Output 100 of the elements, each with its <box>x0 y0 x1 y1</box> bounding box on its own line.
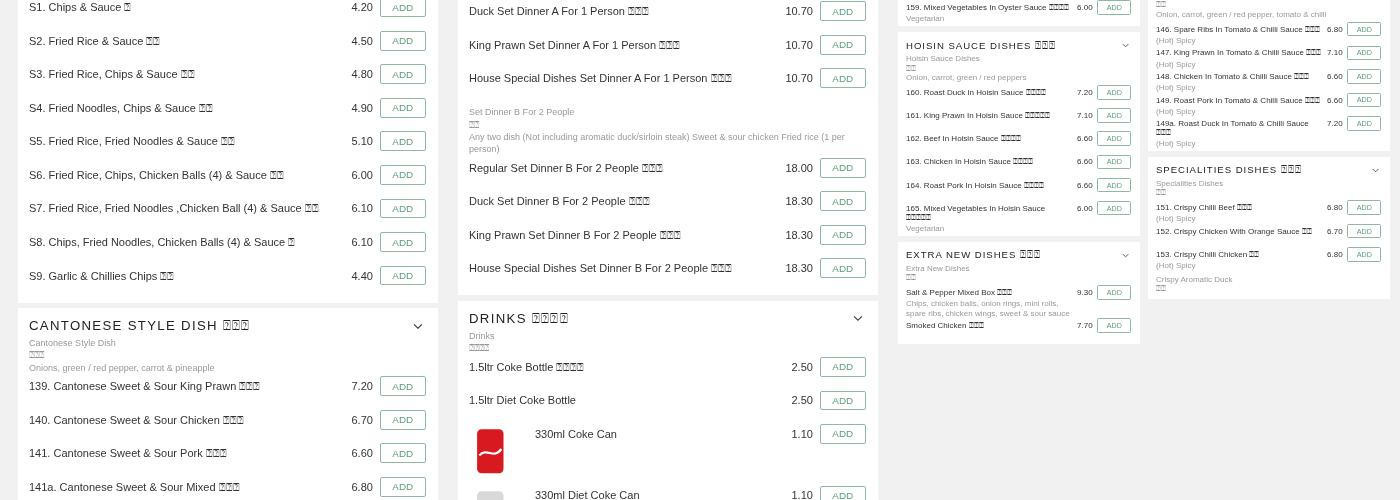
add-button[interactable]: ADD <box>819 485 866 500</box>
menu-item-name: S6. Fried Rice, Chips, Chicken Balls (4) & Sauce ⍰⍰ <box>29 168 285 182</box>
menu-item-name: 139. Cantonese Sweet & Sour King Prawn ⍰⍰⍰ <box>29 380 262 394</box>
menu-item-price: 6.60 <box>1327 70 1343 81</box>
menu-item-name: Regular Set Dinner B For 2 People ⍰⍰⍰ <box>469 161 665 175</box>
add-button[interactable]: ADD <box>819 424 866 444</box>
menu-item-name: 140. Cantonese Sweet & Sour Chicken ⍰⍰⍰ <box>29 413 245 427</box>
menu-item-price: 6.60 <box>1327 94 1343 105</box>
menu-item-price: 6.60 <box>1077 179 1093 190</box>
add-button[interactable]: ADD <box>819 390 866 411</box>
menu-item-price: 4.20 <box>351 0 373 14</box>
menu-item-price: 10.70 <box>785 71 813 85</box>
menu-item-name: 152. Crispy Chicken With Orange Sauce ⍰⍰ <box>1156 226 1313 237</box>
section-description: Hoisin Sauce Dishes <box>906 53 981 64</box>
menu-item-price: 18.00 <box>785 160 813 174</box>
add-button[interactable]: ADD <box>379 165 426 185</box>
section-description: Drinks <box>469 329 496 343</box>
menu-item-price: 7.10 <box>1077 110 1093 121</box>
menu-item-price: 4.40 <box>351 268 373 282</box>
menu-item-price: 7.20 <box>351 379 373 393</box>
group-description: Any two dish (Not including aromatic duck/sirloin steak) Sweet & sour chicken Fried rice (1 per person) <box>469 130 846 156</box>
add-button[interactable]: ADD <box>379 477 426 497</box>
group-description: Set Dinner B For 2 People <box>469 106 576 119</box>
section-description: Cantonese Style Dish <box>29 337 117 350</box>
menu-item-name: 161. King Prawn In Hoisin Sauce ⍰⍰⍰⍰⍰ <box>906 111 1052 122</box>
menu-item-price: 6.60 <box>351 446 373 460</box>
menu-item-note: (Hot) Spicy <box>1156 261 1197 271</box>
chevron-down-icon[interactable] <box>1121 43 1129 48</box>
chevron-down-icon[interactable] <box>412 322 423 330</box>
menu-item-price: 2.50 <box>791 359 813 373</box>
section-description: ⍰⍰ <box>906 63 917 74</box>
section-description: Onion, carrot, green / red peppers <box>906 73 1028 83</box>
menu-item-note: (Hot) Spicy <box>1156 214 1197 224</box>
add-button[interactable]: ADD <box>379 376 426 397</box>
section-description: Extra New Dishes <box>906 263 971 274</box>
add-button[interactable]: ADD <box>379 0 426 18</box>
menu-item-name: 1.5ltr Coke Bottle ⍰⍰⍰⍰ <box>469 360 586 374</box>
add-button[interactable]: ADD <box>819 356 866 377</box>
menu-item-price: 1.10 <box>791 426 813 440</box>
chevron-down-icon[interactable] <box>852 315 863 322</box>
section-title: HOISIN SAUCE DISHES ⍰⍰⍰ <box>906 39 1056 52</box>
menu-item-price: 7.20 <box>1077 86 1093 97</box>
add-button[interactable]: ADD <box>379 198 426 219</box>
add-button[interactable]: ADD <box>819 224 866 245</box>
menu-item-price: 1.10 <box>791 488 813 500</box>
add-button[interactable]: ADD <box>379 97 426 118</box>
menu-item-name: 141a. Cantonese Sweet & Sour Mixed ⍰⍰⍰ <box>29 480 241 494</box>
menu-item-note: Chips, chicken balls, onion rings, mini rolls, spare ribs, chicken wings, sweet & sour sauce <box>906 299 1071 319</box>
menu-item-name: S2. Fried Rice & Sauce ⍰⍰ <box>29 34 162 48</box>
group-description: ⍰⍰ <box>1156 284 1167 294</box>
menu-item-name: 160. Roast Duck In Hoisin Sauce ⍰⍰⍰⍰ <box>906 87 1047 98</box>
menu-item-name: Duck Set Dinner A For 1 Person ⍰⍰⍰ <box>469 5 650 19</box>
menu-item-name: 151. Crispy Chilli Beef ⍰⍰⍰ <box>1156 203 1253 214</box>
menu-item-name: 141. Cantonese Sweet & Sour Pork ⍰⍰⍰ <box>29 447 228 461</box>
add-button[interactable]: ADD <box>379 265 426 286</box>
section-description: ⍰⍰ <box>1156 188 1167 198</box>
menu-item-price: 2.50 <box>791 393 813 407</box>
add-button[interactable]: ADD <box>819 68 866 89</box>
add-button[interactable]: ADD <box>379 409 426 430</box>
menu-item-price: 4.90 <box>351 100 373 114</box>
menu-item-price: 6.10 <box>351 201 373 215</box>
add-button[interactable]: ADD <box>379 64 426 85</box>
menu-item-name: S1. Chips & Sauce ⍰ <box>29 1 133 15</box>
group-description: Crispy Aromatic Duck <box>1156 274 1234 285</box>
menu-item-price: 18.30 <box>785 261 813 275</box>
chevron-down-icon[interactable] <box>1121 252 1129 258</box>
menu-item-name: 159. Mixed Vegetables In Oyster Sauce ⍰⍰⍰⍰ <box>906 3 1070 14</box>
menu-item-note: Vegetarian <box>906 224 946 234</box>
menu-item-price: 6.10 <box>351 234 373 248</box>
add-button[interactable]: ADD <box>379 443 426 464</box>
add-button[interactable]: ADD <box>819 258 866 279</box>
section-description: ⍰⍰ <box>906 273 917 283</box>
add-button[interactable]: ADD <box>819 157 866 178</box>
menu-item-name: 330ml Diet Coke Can <box>534 489 641 500</box>
chevron-down-icon[interactable] <box>1371 168 1379 173</box>
add-button[interactable]: ADD <box>379 232 426 252</box>
add-button[interactable]: ADD <box>819 34 866 55</box>
add-button[interactable]: ADD <box>379 30 426 51</box>
menu-item-name: 149. Roast Pork In Tomato & Chilli Sauce ⍰⍰⍰ <box>1156 95 1321 106</box>
menu-item-price: 6.60 <box>1077 133 1093 144</box>
menu-item-name: 1.5ltr Diet Coke Bottle <box>469 394 577 407</box>
menu-item-name: 162. Beef In Hoisin Sauce ⍰⍰⍰⍰ <box>906 134 1022 145</box>
menu-item-name: S4. Fried Noodles, Chips & Sauce ⍰⍰ <box>29 101 214 115</box>
menu-item-name: House Special Dishes Set Dinner B For 2 People ⍰⍰⍰ <box>469 262 734 276</box>
menu-item-name: 147. King Prawn In Tomato & Chilli Sauce ⍰⍰⍰ <box>1156 48 1323 59</box>
menu-item-name: 148. Chicken In Tomato & Chilli Sauce ⍰⍰⍰ <box>1156 71 1311 82</box>
section-description: ⍰⍰ <box>1156 0 1167 10</box>
menu-item-name: Smoked Chicken ⍰⍰⍰ <box>906 321 985 332</box>
add-button[interactable]: ADD <box>819 1 866 22</box>
section-title: EXTRA NEW DISHES ⍰⍰⍰ <box>906 249 1041 262</box>
menu-item-name: 164. Roast Pork In Hoisin Sauce ⍰⍰⍰⍰ <box>906 180 1045 191</box>
menu-item-name: S9. Garlic & Chillies Chips ⍰⍰ <box>29 269 176 283</box>
menu-item-name: 146. Spare Ribs In Tomato & Chilli Sauce ⍰⍰⍰ <box>1156 24 1321 35</box>
menu-item-name: House Special Dishes Set Dinner A For 1 Person ⍰⍰⍰ <box>469 72 733 86</box>
menu-item-name: S5. Fried Rice, Fried Noodles & Sauce ⍰⍰ <box>29 135 236 149</box>
section-description: ⍰⍰⍰ <box>29 349 45 362</box>
menu-item-price: 6.80 <box>351 479 373 493</box>
add-button[interactable]: ADD <box>819 191 866 212</box>
add-button[interactable]: ADD <box>379 131 426 152</box>
menu-item-price: 6.00 <box>1077 202 1093 213</box>
